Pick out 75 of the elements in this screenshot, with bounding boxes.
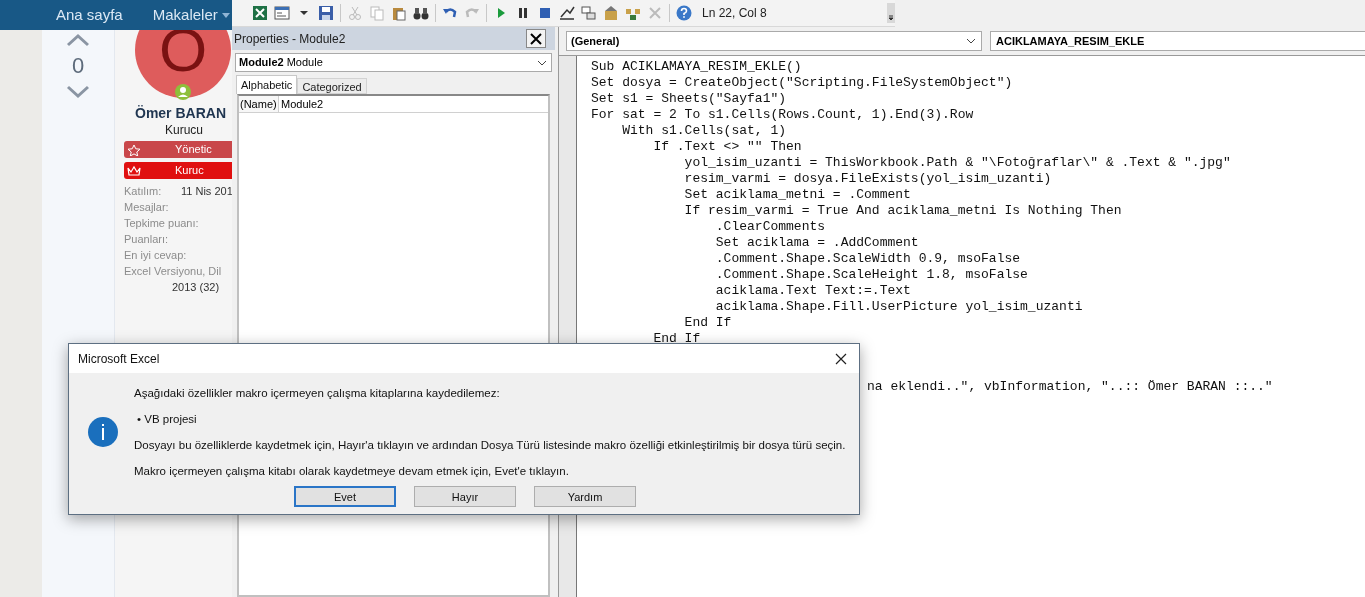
close-icon <box>835 352 847 365</box>
caret-icon <box>221 12 230 18</box>
code-line: resim_varmi = dosya.FileExists(yol_isim_uzanti) <box>683 171 1052 187</box>
nav-link[interactable]: Makaleler <box>152 3 230 27</box>
dialog-button[interactable]: Evet <box>294 486 396 507</box>
code-line: .Comment.Shape.ScaleHeight 1.8, msoFalse <box>714 267 1028 283</box>
code-line: If .Text <> "" Then <box>652 139 802 155</box>
message-text: Aşağıdaki özellikler makro içermeyen çalışma kitaplarına kaydedilemez: <box>134 386 500 400</box>
property-value[interactable]: Module2 <box>279 96 326 112</box>
code-line: aciklama.Shape.Fill.UserPicture yol_isim_uzanti <box>714 299 1083 315</box>
dialog-button[interactable]: Hayır <box>414 486 516 507</box>
property-tab[interactable]: Alphabetic <box>236 75 298 94</box>
object-dropdown[interactable]: Module2 Module <box>235 53 552 72</box>
save-icon[interactable] <box>318 5 334 21</box>
dialog-button[interactable]: Yardım <box>534 486 636 507</box>
code-line: With s1.Cells(sat, 1) <box>621 123 787 139</box>
code-line: Set aciklama = .AddComment <box>714 235 919 251</box>
dialog-title: Microsoft Excel <box>78 350 160 368</box>
crown-icon <box>127 164 141 177</box>
stat-label: Tepkime puanı: <box>124 216 199 231</box>
downvote-icon[interactable] <box>66 85 90 99</box>
close-button[interactable] <box>526 29 546 48</box>
design-mode-icon[interactable] <box>559 5 575 21</box>
property-name[interactable]: (Name) <box>239 96 279 112</box>
stat-label: Katılım: <box>124 184 163 199</box>
code-line: Set dosya = CreateObject("Scripting.FileSystemObject") <box>591 75 1013 91</box>
cursor-position: Ln 22, Col 8 <box>702 5 767 22</box>
binoculars-icon[interactable] <box>413 5 429 21</box>
stat-label: Puanları: <box>124 232 170 247</box>
stop-icon[interactable] <box>537 5 553 21</box>
dropdown-value: (General) <box>571 33 620 49</box>
code-line: .Comment.Shape.ScaleWidth 0.9, msoFalse <box>714 251 1021 267</box>
stat-label: Excel Versiyonu, Dil <box>124 264 223 279</box>
object-dropdown[interactable]: (General) <box>566 31 982 51</box>
chevron-down-icon <box>537 59 547 66</box>
properties-icon[interactable] <box>603 5 619 21</box>
badge-label: Yönetic <box>175 142 212 158</box>
code-line: For sat = 2 To s1.Cells(Rows.Count, 1).End(3).Row <box>591 107 974 123</box>
code-line: End If <box>683 315 732 331</box>
stat-value: 11 Nis 201 <box>181 184 233 199</box>
stat-label: Mesajlar: <box>124 200 170 215</box>
pane-title: Properties - Module2 <box>234 30 346 48</box>
code-line: Set s1 = Sheets("Sayfa1") <box>591 91 787 107</box>
code-line: End If <box>652 331 701 347</box>
star-icon <box>127 143 141 156</box>
form-icon[interactable] <box>274 5 290 21</box>
upvote-icon[interactable] <box>66 33 90 47</box>
code-line: Set aciklama_metni = .Comment <box>683 187 911 203</box>
user-name[interactable]: Ömer BARAN <box>124 104 232 122</box>
badge-label: Kuruc <box>175 163 204 179</box>
paste-icon[interactable] <box>391 5 407 21</box>
stat-label: En iyi cevap: <box>124 248 187 263</box>
message-text: Dosyayı bu özelliklerde kaydetmek için, Hayır'a tıklayın ve ardından Dosya Türü listesinde makro özelliği etkinleştirilmiş bir dosya türü seçin. <box>134 438 846 452</box>
vote-count: 0 <box>71 52 85 80</box>
toolbar-grip-icon[interactable] <box>887 3 895 23</box>
help-icon[interactable] <box>676 5 692 21</box>
property-tab[interactable]: Categorized <box>297 78 367 94</box>
code-line: .ClearComments <box>714 219 826 235</box>
procedure-dropdown[interactable]: ACIKLAMAYA_RESIM_EKLE <box>990 31 1365 51</box>
nav-link[interactable]: Ana sayfa <box>56 3 123 27</box>
excel-icon[interactable] <box>252 5 268 21</box>
close-icon <box>530 32 542 45</box>
online-status-icon <box>175 84 191 100</box>
stat-value: 2013 (32) <box>171 280 221 295</box>
code-line: yol_isim_uzanti = ThisWorkbook.Path & "\Fotoğraflar\" & .Text & ".jpg" <box>683 155 1231 171</box>
code-line: aciklama.Text Text:=.Text <box>714 283 911 299</box>
user-title: Kurucu <box>164 122 205 138</box>
code-line: Sub ACIKLAMAYA_RESIM_EKLE() <box>591 59 802 75</box>
chevron-down-icon <box>966 38 976 44</box>
message-text: Makro içermeyen çalışma kitabı olarak kaydetmeye devam etmek için, Evet'e tıklayın. <box>134 464 569 478</box>
info-icon <box>88 417 118 447</box>
code-line: If resim_varmi = True And aciklama_metni Is Nothing Then <box>683 203 1122 219</box>
project-explorer-icon[interactable] <box>581 5 597 21</box>
code-line: na eklendi..", vbInformation, "..:: Ömer BARAN ::.." <box>867 379 1273 395</box>
message-text: • VB projesi <box>136 412 197 426</box>
